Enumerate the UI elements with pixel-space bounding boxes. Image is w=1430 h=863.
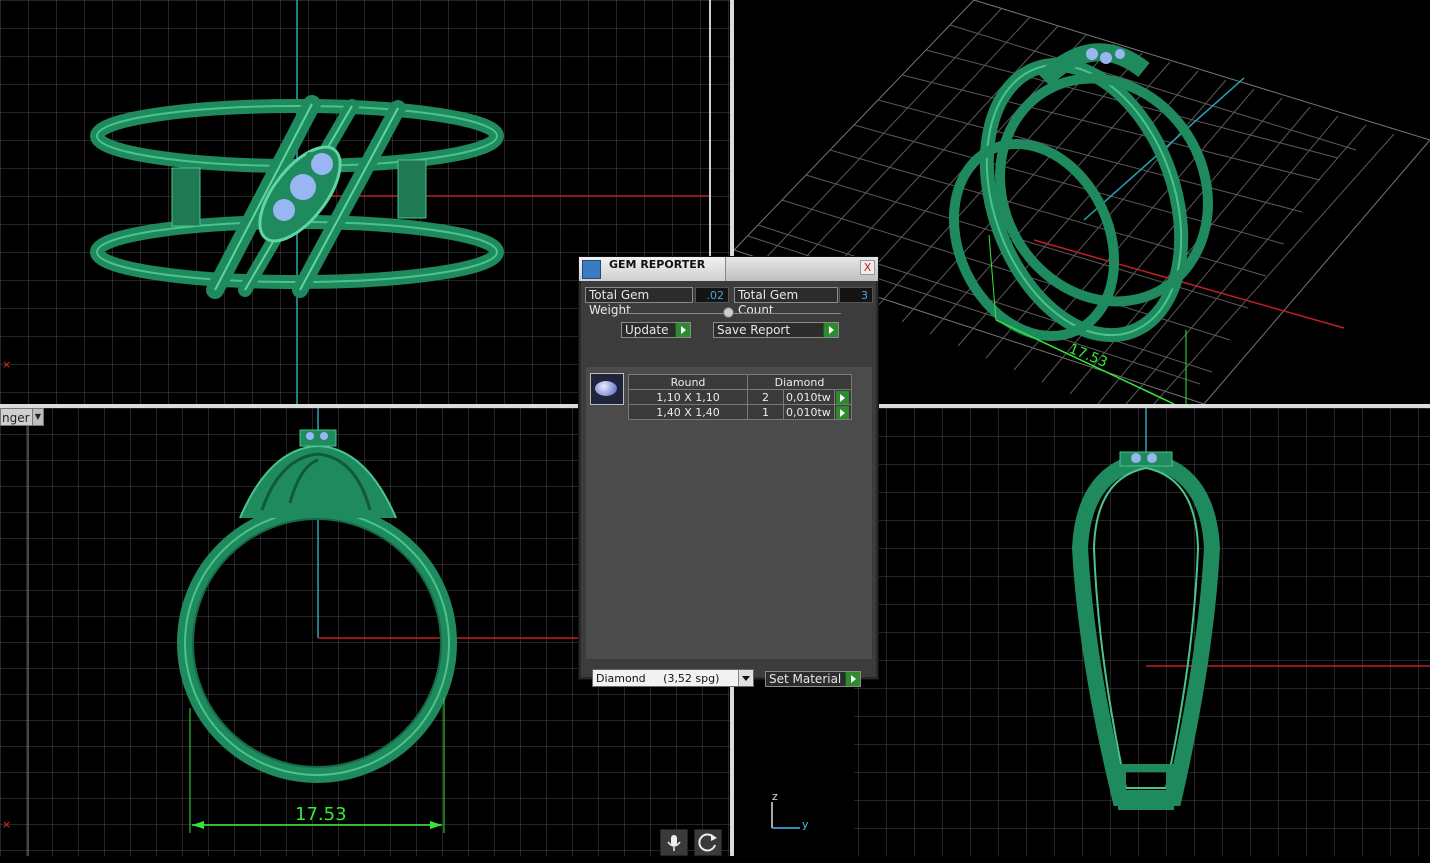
- gem-count: 1: [747, 404, 784, 420]
- gem-reporter-titlebar[interactable]: GEM REPORTER X: [579, 257, 878, 281]
- set-material-button-label: Set Material: [769, 672, 842, 686]
- save-report-button-label: Save Report: [717, 323, 791, 337]
- set-material-button[interactable]: Set Material: [765, 671, 861, 687]
- gem-reporter-body: Total Gem Weight .02 Total Gem Count 3 U…: [581, 281, 876, 687]
- mic-icon: [667, 835, 681, 851]
- total-gem-weight-value: .02: [695, 287, 729, 303]
- gem-reporter-icon: [582, 260, 601, 279]
- shape-header: Round: [628, 374, 748, 390]
- chevron-down-icon[interactable]: [738, 670, 753, 686]
- view-dropdown-label: nger: [2, 411, 30, 425]
- table-row[interactable]: 1,40 X 1,40 1 0,010tw: [628, 404, 852, 420]
- x-axis-marker-bottom: ×: [2, 818, 12, 831]
- row-select-button[interactable]: [834, 404, 852, 420]
- close-icon[interactable]: X: [860, 260, 875, 275]
- collapse-icon[interactable]: [723, 307, 734, 318]
- mic-button[interactable]: [660, 829, 688, 856]
- play-icon: [836, 406, 849, 419]
- total-gem-weight-label: Total Gem Weight: [585, 287, 693, 317]
- y-axis-label: y: [802, 818, 809, 831]
- play-icon: [823, 323, 838, 337]
- play-icon: [836, 391, 849, 404]
- table-row[interactable]: 1,10 X 1,10 2 0,010tw: [628, 389, 852, 405]
- material-select[interactable]: Diamond (3,52 spg): [592, 669, 754, 687]
- axis-triad: z y: [766, 790, 816, 836]
- update-button-label: Update: [625, 323, 669, 337]
- gem-size: 1,40 X 1,40: [628, 404, 748, 420]
- refresh-icon: [698, 833, 717, 852]
- view-dropdown[interactable]: nger ▼: [0, 408, 44, 426]
- gem-count: 2: [747, 389, 784, 405]
- material-header: Diamond: [747, 374, 852, 390]
- gem-list-area: Round Diamond 1,10 X 1,10 2 0,010tw 1,40…: [586, 367, 872, 659]
- gem-reporter-panel: GEM REPORTER X Total Gem Weight .02 Tota…: [578, 256, 879, 687]
- play-icon: [845, 672, 860, 686]
- z-axis-label: z: [772, 790, 778, 803]
- gem-table: Round Diamond 1,10 X 1,10 2 0,010tw 1,40…: [628, 374, 852, 420]
- gem-size: 1,10 X 1,10: [628, 389, 748, 405]
- save-report-button[interactable]: Save Report: [713, 322, 839, 338]
- gem-weight: 0,010tw: [783, 404, 835, 420]
- update-button[interactable]: Update: [621, 322, 691, 338]
- chevron-down-icon: ▼: [32, 409, 43, 425]
- gem-reporter-tab[interactable]: GEM REPORTER: [579, 257, 726, 281]
- total-gem-count-value: 3: [839, 287, 873, 303]
- total-gem-count-label: Total Gem Count: [734, 287, 838, 317]
- play-icon: [675, 323, 690, 337]
- gem-weight: 0,010tw: [783, 389, 835, 405]
- gem-table-header: Round Diamond: [628, 374, 852, 390]
- round-gem-icon[interactable]: [590, 373, 624, 405]
- material-select-value: Diamond (3,52 spg): [596, 672, 720, 685]
- side-dimension-label: 17.53: [295, 804, 347, 825]
- refresh-button[interactable]: [694, 829, 722, 856]
- row-select-button[interactable]: [834, 389, 852, 405]
- x-axis-marker: ×: [2, 358, 12, 371]
- gem-reporter-title: GEM REPORTER: [609, 258, 706, 271]
